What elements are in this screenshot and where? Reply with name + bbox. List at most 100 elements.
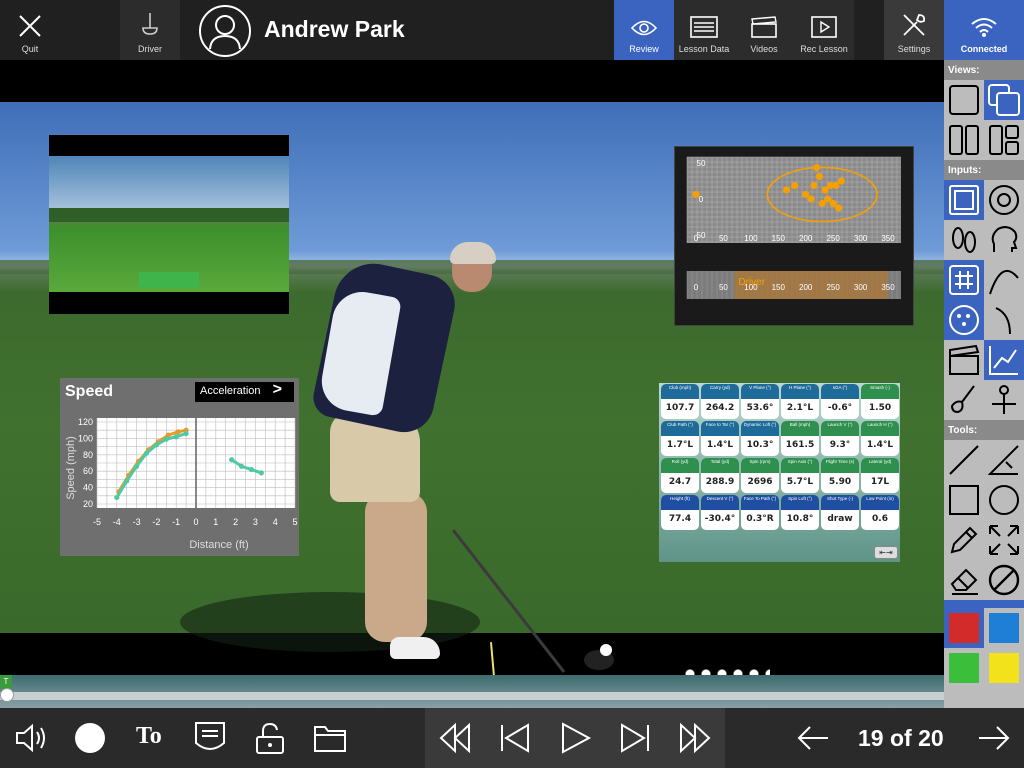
brain-input-button[interactable] <box>984 220 1024 260</box>
arrow-right-icon[interactable] <box>977 721 1011 755</box>
split-view-button[interactable] <box>944 120 984 160</box>
fast-forward-icon[interactable] <box>678 721 712 755</box>
overlay-view-button[interactable] <box>984 80 1024 120</box>
simulator-view[interactable] <box>49 135 289 314</box>
speed-x-tick: -5 <box>93 517 101 527</box>
circle-tool-button[interactable] <box>984 480 1024 520</box>
quit-button[interactable]: Quit <box>0 0 60 60</box>
shot-dot <box>835 204 843 212</box>
speed-y-label: Speed (mph) <box>65 436 77 500</box>
metric-cell[interactable]: Club (mph) 107.7 <box>661 384 699 419</box>
metric-cell[interactable]: Face to Tar (°) 1.4°L <box>701 421 739 456</box>
eraser-tool-button[interactable] <box>944 560 984 600</box>
speed-graph-panel[interactable]: Speed Acceleration > 120 100 80 60 40 20 -5 -4-… <box>60 378 299 556</box>
ball-input-button[interactable] <box>944 300 984 340</box>
record-icon[interactable] <box>73 721 107 755</box>
quad-view-button[interactable] <box>984 120 1024 160</box>
pressure-input-button[interactable] <box>944 220 984 260</box>
color-swatch-button[interactable] <box>944 648 984 688</box>
rec-lesson-label: Rec Lesson <box>800 44 848 54</box>
connected-button[interactable]: Connected <box>944 0 1024 60</box>
timeline[interactable]: T <box>0 675 944 708</box>
speed-point <box>163 436 169 442</box>
unlock-icon[interactable] <box>254 721 286 755</box>
metric-cell[interactable]: Face To Path (°) 0.3°R <box>741 495 779 530</box>
club-input-button[interactable] <box>944 380 984 420</box>
swing-path-input-button[interactable] <box>984 300 1024 340</box>
timeline-scrubber[interactable] <box>0 688 14 702</box>
rewind-icon[interactable] <box>438 721 472 755</box>
player-name[interactable]: Andrew Park <box>264 16 405 43</box>
videos-button[interactable]: Videos <box>734 0 794 60</box>
speed-point <box>124 478 130 484</box>
lesson-data-button[interactable]: Lesson Data <box>674 0 734 60</box>
metric-cell[interactable]: Carry (yd) 264.2 <box>701 384 739 419</box>
metric-label: Spin Axis (°) <box>781 458 819 473</box>
expand-toggle-button[interactable]: ⇤⇥ <box>874 546 898 559</box>
metric-cell[interactable]: Spin Loft (°) 10.8° <box>781 495 819 530</box>
folder-icon[interactable] <box>313 721 347 753</box>
trajectory-input-button[interactable] <box>984 260 1024 300</box>
metric-cell[interactable]: Spin Axis (°) 5.7°L <box>781 458 819 493</box>
video-input-button[interactable] <box>944 340 984 380</box>
metric-cell[interactable]: Launch H (°) 1.4°L <box>861 421 899 456</box>
color-swatch-button[interactable] <box>984 608 1024 648</box>
dispersion-x-tick: 350 <box>881 234 895 243</box>
metric-cell[interactable]: Low Point (in) 0.6 <box>861 495 899 530</box>
playback-controls <box>425 708 725 768</box>
metric-cell[interactable]: H Plane (°) 2.1°L <box>781 384 819 419</box>
graph-input-button[interactable] <box>984 340 1024 380</box>
driver-button[interactable]: Driver <box>120 0 180 60</box>
dispersion-panel[interactable]: 0 50 100 150 200 250 300 350 50 0 50 Driver 0 50 100 15… <box>674 146 914 326</box>
shot-dot <box>837 177 845 185</box>
settings-button[interactable]: Settings <box>884 0 944 60</box>
avatar[interactable] <box>199 5 251 57</box>
metric-cell[interactable]: Smash (-) 1.50 <box>861 384 899 419</box>
speed-x-tick: -4 <box>113 517 121 527</box>
rectangle-tool-button[interactable] <box>944 480 984 520</box>
metric-cell[interactable]: Ball (mph) 161.5 <box>781 421 819 456</box>
notes-shield-icon[interactable] <box>194 721 226 755</box>
play-icon[interactable] <box>558 721 592 755</box>
single-view-button[interactable] <box>944 80 984 120</box>
rec-lesson-button[interactable]: Rec Lesson <box>794 0 854 60</box>
color-swatch-button[interactable] <box>944 608 984 648</box>
timeline-track[interactable] <box>0 692 944 700</box>
metric-cell[interactable]: Lateral (yd) 17L <box>861 458 899 493</box>
tee-input-button[interactable] <box>984 380 1024 420</box>
zoom-tool-button[interactable] <box>984 520 1024 560</box>
golf-club-icon <box>142 13 158 35</box>
text-tool-icon[interactable]: To <box>136 723 162 750</box>
metric-cell[interactable]: Dynamic Loft (°) 10.3° <box>741 421 779 456</box>
metric-cell[interactable]: Spin (rpm) 2696 <box>741 458 779 493</box>
metric-cell[interactable]: Descent V (°) -30.4° <box>701 495 739 530</box>
metric-cell[interactable]: Club Path (°) 1.7°L <box>661 421 699 456</box>
camera-input-button[interactable] <box>944 180 984 220</box>
metric-cell[interactable]: Launch V (°) 9.3° <box>821 421 859 456</box>
pencil-tool-button[interactable] <box>944 520 984 560</box>
grid-input-button[interactable] <box>944 260 984 300</box>
metric-cell[interactable]: Roll (yd) 24.7 <box>661 458 699 493</box>
timeline-marker[interactable]: T <box>0 675 12 689</box>
metric-cell[interactable]: Height (ft) 77.4 <box>661 495 699 530</box>
metric-cell[interactable]: V Plane (°) 53.6° <box>741 384 779 419</box>
aperture-input-button[interactable] <box>984 180 1024 220</box>
line-tool-button[interactable] <box>944 440 984 480</box>
review-button[interactable]: Review <box>614 0 674 60</box>
dispersion-plot-area <box>687 157 901 243</box>
color-swatch-button[interactable] <box>984 648 1024 688</box>
metric-value: 2696 <box>747 477 773 487</box>
metric-cell[interactable]: Flight Time (s) 5.90 <box>821 458 859 493</box>
skip-forward-icon[interactable] <box>618 721 652 755</box>
metric-label: Low Point (in) <box>861 495 899 510</box>
metric-cell[interactable]: Total (yd) 288.9 <box>701 458 739 493</box>
trackman-metrics-panel[interactable]: Club (mph) 107.7 Carry (yd) 264.2 V Plane (°… <box>659 383 900 562</box>
skip-back-icon[interactable] <box>498 721 532 755</box>
volume-icon[interactable] <box>14 721 48 755</box>
angle-tool-button[interactable] <box>984 440 1024 480</box>
arrow-left-icon[interactable] <box>796 721 830 755</box>
metric-cell[interactable]: Shot Type (-) draw <box>821 495 859 530</box>
metric-label: Ball (mph) <box>781 421 819 436</box>
metric-cell[interactable]: sGA (°) -0.6° <box>821 384 859 419</box>
clear-tool-button[interactable] <box>984 560 1024 600</box>
